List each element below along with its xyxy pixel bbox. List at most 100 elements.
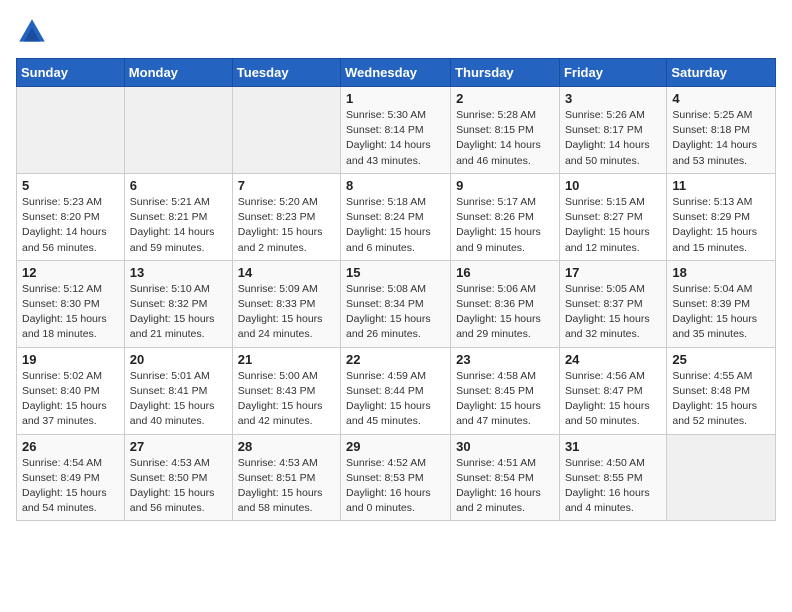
day-info: Sunrise: 5:25 AM Sunset: 8:18 PM Dayligh…: [672, 108, 770, 169]
day-info: Sunrise: 5:02 AM Sunset: 8:40 PM Dayligh…: [22, 369, 119, 430]
day-info: Sunrise: 5:23 AM Sunset: 8:20 PM Dayligh…: [22, 195, 119, 256]
day-cell: [124, 87, 232, 174]
week-row-3: 12 Sunrise: 5:12 AM Sunset: 8:30 PM Dayli…: [17, 260, 776, 347]
day-cell: 24Sunrise: 4:56 AM Sunset: 8:47 PM Dayli…: [559, 347, 666, 434]
day-number: 5: [22, 178, 119, 193]
day-info: Sunrise: 5:09 AM Sunset: 8:33 PM Dayligh…: [238, 282, 335, 343]
day-number: 1: [346, 91, 445, 106]
day-cell: 11 Sunrise: 5:13 AM Sunset: 8:29 PM Dayli…: [667, 173, 776, 260]
day-number: 14: [238, 265, 335, 280]
day-number: 16: [456, 265, 554, 280]
header-cell-friday: Friday: [559, 59, 666, 87]
day-cell: 26 Sunrise: 4:54 AM Sunset: 8:49 PM Dayli…: [17, 434, 125, 521]
day-info: Sunrise: 4:50 AM Sunset: 8:55 PM Dayligh…: [565, 456, 661, 517]
day-number: 17: [565, 265, 661, 280]
day-number: 27: [130, 439, 227, 454]
day-cell: 3Sunrise: 5:26 AM Sunset: 8:17 PM Daylig…: [559, 87, 666, 174]
day-number: 19: [22, 352, 119, 367]
day-info: Sunrise: 5:18 AM Sunset: 8:24 PM Dayligh…: [346, 195, 445, 256]
day-cell: 13 Sunrise: 5:10 AM Sunset: 8:32 PM Dayli…: [124, 260, 232, 347]
day-cell: 30Sunrise: 4:51 AM Sunset: 8:54 PM Dayli…: [451, 434, 560, 521]
week-row-1: 1Sunrise: 5:30 AM Sunset: 8:14 PM Daylig…: [17, 87, 776, 174]
day-number: 11: [672, 178, 770, 193]
header-row: SundayMondayTuesdayWednesdayThursdayFrid…: [17, 59, 776, 87]
day-number: 24: [565, 352, 661, 367]
day-cell: 29Sunrise: 4:52 AM Sunset: 8:53 PM Dayli…: [341, 434, 451, 521]
day-number: 4: [672, 91, 770, 106]
day-cell: 7Sunrise: 5:20 AM Sunset: 8:23 PM Daylig…: [232, 173, 340, 260]
day-number: 2: [456, 91, 554, 106]
header-cell-thursday: Thursday: [451, 59, 560, 87]
logo-icon: [16, 16, 48, 48]
day-number: 28: [238, 439, 335, 454]
day-number: 26: [22, 439, 119, 454]
day-number: 9: [456, 178, 554, 193]
day-info: Sunrise: 5:28 AM Sunset: 8:15 PM Dayligh…: [456, 108, 554, 169]
day-info: Sunrise: 4:52 AM Sunset: 8:53 PM Dayligh…: [346, 456, 445, 517]
day-cell: 9 Sunrise: 5:17 AM Sunset: 8:26 PM Daylig…: [451, 173, 560, 260]
day-cell: 6Sunrise: 5:21 AM Sunset: 8:21 PM Daylig…: [124, 173, 232, 260]
header-cell-monday: Monday: [124, 59, 232, 87]
day-info: Sunrise: 4:54 AM Sunset: 8:49 PM Dayligh…: [22, 456, 119, 517]
day-number: 22: [346, 352, 445, 367]
day-info: Sunrise: 5:04 AM Sunset: 8:39 PM Dayligh…: [672, 282, 770, 343]
day-info: Sunrise: 4:59 AM Sunset: 8:44 PM Dayligh…: [346, 369, 445, 430]
day-cell: 23 Sunrise: 4:58 AM Sunset: 8:45 PM Dayli…: [451, 347, 560, 434]
day-cell: 16 Sunrise: 5:06 AM Sunset: 8:36 PM Dayli…: [451, 260, 560, 347]
day-info: Sunrise: 5:05 AM Sunset: 8:37 PM Dayligh…: [565, 282, 661, 343]
day-number: 7: [238, 178, 335, 193]
day-cell: 27 Sunrise: 4:53 AM Sunset: 8:50 PM Dayli…: [124, 434, 232, 521]
day-cell: 4 Sunrise: 5:25 AM Sunset: 8:18 PM Daylig…: [667, 87, 776, 174]
header-cell-tuesday: Tuesday: [232, 59, 340, 87]
day-info: Sunrise: 5:08 AM Sunset: 8:34 PM Dayligh…: [346, 282, 445, 343]
week-row-2: 5 Sunrise: 5:23 AM Sunset: 8:20 PM Daylig…: [17, 173, 776, 260]
day-info: Sunrise: 5:06 AM Sunset: 8:36 PM Dayligh…: [456, 282, 554, 343]
day-number: 13: [130, 265, 227, 280]
day-cell: 31 Sunrise: 4:50 AM Sunset: 8:55 PM Dayli…: [559, 434, 666, 521]
header-cell-sunday: Sunday: [17, 59, 125, 87]
day-info: Sunrise: 5:10 AM Sunset: 8:32 PM Dayligh…: [130, 282, 227, 343]
day-number: 23: [456, 352, 554, 367]
day-number: 31: [565, 439, 661, 454]
day-cell: [232, 87, 340, 174]
day-info: Sunrise: 4:53 AM Sunset: 8:50 PM Dayligh…: [130, 456, 227, 517]
day-number: 25: [672, 352, 770, 367]
calendar-header: SundayMondayTuesdayWednesdayThursdayFrid…: [17, 59, 776, 87]
day-cell: [667, 434, 776, 521]
day-number: 12: [22, 265, 119, 280]
day-info: Sunrise: 5:13 AM Sunset: 8:29 PM Dayligh…: [672, 195, 770, 256]
day-cell: [17, 87, 125, 174]
day-cell: 19 Sunrise: 5:02 AM Sunset: 8:40 PM Dayli…: [17, 347, 125, 434]
header-cell-saturday: Saturday: [667, 59, 776, 87]
day-cell: 17 Sunrise: 5:05 AM Sunset: 8:37 PM Dayli…: [559, 260, 666, 347]
day-info: Sunrise: 5:17 AM Sunset: 8:26 PM Dayligh…: [456, 195, 554, 256]
logo: [16, 16, 52, 48]
day-number: 18: [672, 265, 770, 280]
day-cell: 28 Sunrise: 4:53 AM Sunset: 8:51 PM Dayli…: [232, 434, 340, 521]
day-cell: 10 Sunrise: 5:15 AM Sunset: 8:27 PM Dayli…: [559, 173, 666, 260]
day-info: Sunrise: 5:15 AM Sunset: 8:27 PM Dayligh…: [565, 195, 661, 256]
day-number: 21: [238, 352, 335, 367]
header-cell-wednesday: Wednesday: [341, 59, 451, 87]
day-cell: 14 Sunrise: 5:09 AM Sunset: 8:33 PM Dayli…: [232, 260, 340, 347]
day-cell: 20 Sunrise: 5:01 AM Sunset: 8:41 PM Dayli…: [124, 347, 232, 434]
day-cell: 8Sunrise: 5:18 AM Sunset: 8:24 PM Daylig…: [341, 173, 451, 260]
day-number: 20: [130, 352, 227, 367]
day-info: Sunrise: 5:01 AM Sunset: 8:41 PM Dayligh…: [130, 369, 227, 430]
day-info: Sunrise: 4:53 AM Sunset: 8:51 PM Dayligh…: [238, 456, 335, 517]
day-info: Sunrise: 5:21 AM Sunset: 8:21 PM Dayligh…: [130, 195, 227, 256]
day-cell: 25 Sunrise: 4:55 AM Sunset: 8:48 PM Dayli…: [667, 347, 776, 434]
day-cell: 22 Sunrise: 4:59 AM Sunset: 8:44 PM Dayli…: [341, 347, 451, 434]
day-cell: 5 Sunrise: 5:23 AM Sunset: 8:20 PM Daylig…: [17, 173, 125, 260]
week-row-4: 19 Sunrise: 5:02 AM Sunset: 8:40 PM Dayli…: [17, 347, 776, 434]
week-row-5: 26 Sunrise: 4:54 AM Sunset: 8:49 PM Dayli…: [17, 434, 776, 521]
day-number: 10: [565, 178, 661, 193]
day-info: Sunrise: 5:00 AM Sunset: 8:43 PM Dayligh…: [238, 369, 335, 430]
day-info: Sunrise: 4:58 AM Sunset: 8:45 PM Dayligh…: [456, 369, 554, 430]
day-info: Sunrise: 4:55 AM Sunset: 8:48 PM Dayligh…: [672, 369, 770, 430]
day-cell: 12 Sunrise: 5:12 AM Sunset: 8:30 PM Dayli…: [17, 260, 125, 347]
day-cell: 18 Sunrise: 5:04 AM Sunset: 8:39 PM Dayli…: [667, 260, 776, 347]
day-cell: 1Sunrise: 5:30 AM Sunset: 8:14 PM Daylig…: [341, 87, 451, 174]
day-cell: 15Sunrise: 5:08 AM Sunset: 8:34 PM Dayli…: [341, 260, 451, 347]
day-info: Sunrise: 5:12 AM Sunset: 8:30 PM Dayligh…: [22, 282, 119, 343]
